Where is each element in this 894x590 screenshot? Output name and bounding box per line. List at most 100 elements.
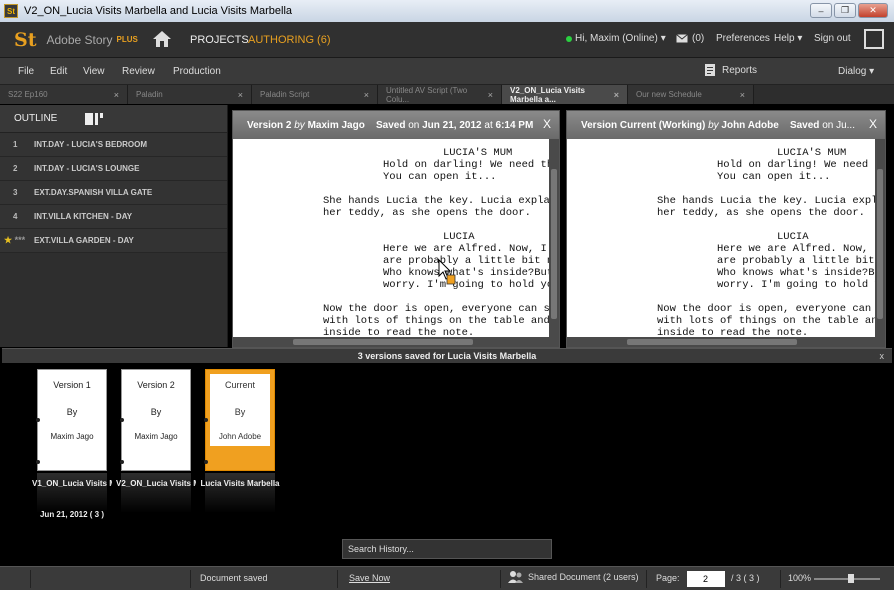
outline-view-toggle-icon[interactable] (85, 112, 104, 125)
status-divider (500, 570, 501, 588)
close-tab-icon[interactable]: × (740, 90, 745, 100)
compare-panel-header: Version Current (Working) by John Adobe … (567, 111, 885, 139)
tab-label: S22 Ep160 (8, 90, 48, 99)
tab-untitled-av-script[interactable]: Untitled AV Script (Two Colu... × (378, 85, 502, 104)
home-icon[interactable] (152, 29, 172, 49)
scroll-thumb[interactable] (877, 169, 883, 319)
mail-icon (676, 34, 688, 43)
action-line: Now the door is open, everyone can see (657, 303, 875, 315)
search-history-input[interactable] (342, 539, 552, 559)
menu-edit[interactable]: Edit (50, 66, 67, 77)
horizontal-scrollbar[interactable] (567, 337, 885, 347)
scene-name: INT.DAY - LUCIA'S LOUNGE (34, 164, 140, 173)
scene-number: *** (14, 235, 26, 245)
action-line: inside to read the note. (323, 327, 475, 337)
scene-name: EXT.VILLA GARDEN - DAY (34, 236, 134, 245)
versions-bar: 3 versions saved for Lucia Visits Marbel… (2, 348, 892, 363)
mail-count: (0) (692, 33, 705, 44)
vertical-scrollbar[interactable] (875, 139, 885, 337)
messages-button[interactable]: (0) (676, 33, 704, 44)
outline-scene[interactable]: 3 EXT.DAY.SPANISH VILLA GATE (0, 181, 227, 205)
dialogue-line: Here we are Alfred. Now, I k (717, 243, 875, 255)
chevron-down-icon: ▾ (869, 66, 875, 77)
window-title: V2_ON_Lucia Visits Marbella and Lucia Vi… (24, 5, 293, 17)
saved-date: Jun 21, 2012 (422, 119, 482, 131)
version-name: V1_ON_Lucia Visits Marbella (32, 479, 112, 488)
vertical-scrollbar[interactable] (549, 139, 559, 337)
scroll-thumb[interactable] (293, 339, 473, 345)
tab-v2-on-lucia[interactable]: V2_ON_Lucia Visits Marbella a... × (502, 85, 628, 104)
tab-paladin-script[interactable]: Paladin Script × (252, 85, 378, 104)
action-line: She hands Lucia the key. Lucia explain (323, 195, 549, 207)
action-line: She hands Lucia the key. Lucia explain (657, 195, 875, 207)
preferences-link[interactable]: Preferences (716, 33, 770, 44)
outline-scene[interactable]: ★ *** EXT.VILLA GARDEN - DAY (0, 229, 227, 253)
script-view[interactable]: LUCIA'S MUM Hold on darling! We need the… (233, 139, 549, 337)
version-by: By (66, 407, 78, 417)
dialogue-line: Hold on darling! We need the (383, 159, 549, 171)
close-compare-icon[interactable]: X (543, 117, 551, 131)
tab-paladin[interactable]: Paladin × (128, 85, 252, 104)
nav-authoring[interactable]: AUTHORING (6) (248, 34, 331, 46)
save-now-link[interactable]: Save Now (349, 573, 390, 583)
outline-panel: OUTLINE 1 INT.DAY - LUCIA'S BEDROOM 2 INT.… (0, 105, 228, 347)
version-card[interactable]: Version 2 By Maxim Jago (120, 369, 191, 513)
tab-our-new-schedule[interactable]: Our new Schedule × (628, 85, 754, 104)
page-number-input[interactable]: 2 (687, 571, 725, 587)
action-line: Now the door is open, everyone can see (323, 303, 549, 315)
fullscreen-icon[interactable] (864, 29, 884, 49)
close-versions-icon[interactable]: x (880, 349, 885, 363)
sign-out-link[interactable]: Sign out (814, 33, 851, 44)
scroll-thumb[interactable] (551, 169, 557, 319)
close-tab-icon[interactable]: × (614, 90, 619, 100)
scroll-thumb[interactable] (627, 339, 797, 345)
saved-label: Saved (375, 119, 406, 131)
horizontal-scrollbar[interactable] (233, 337, 559, 347)
dialogue-line: worry. I'm going to hold you (383, 279, 549, 291)
menu-review[interactable]: Review (122, 66, 155, 77)
tab-label: Paladin (136, 90, 163, 99)
version-card-current[interactable]: Current By John Adobe (204, 369, 275, 513)
version-card[interactable]: Version 1 By Maxim Jago (36, 369, 107, 513)
help-menu[interactable]: Help ▾ (774, 33, 802, 44)
outline-scene[interactable]: 2 INT.DAY - LUCIA'S LOUNGE (0, 157, 227, 181)
version-author: John Adobe (218, 432, 262, 441)
close-tab-icon[interactable]: × (238, 90, 243, 100)
outline-scene[interactable]: 1 INT.DAY - LUCIA'S BEDROOM (0, 133, 227, 157)
menu-file[interactable]: File (18, 66, 34, 77)
dialogue-line: Who knows what's inside?But (383, 267, 549, 279)
scene-name: EXT.DAY.SPANISH VILLA GATE (34, 188, 153, 197)
version-title: Version 1 (53, 380, 91, 390)
outline-title: OUTLINE (14, 113, 58, 124)
tab-label: Untitled AV Script (Two Colu... (386, 85, 468, 104)
outline-scene[interactable]: 4 INT.VILLA KITCHEN - DAY (0, 205, 227, 229)
menu-production[interactable]: Production (173, 66, 221, 77)
dialogue-line: Here we are Alfred. Now, I k (383, 243, 549, 255)
maximize-icon[interactable]: ❐ (834, 3, 856, 18)
saved-on-label: on Ju... (822, 119, 855, 131)
help-label: Help (774, 33, 795, 44)
nav-projects[interactable]: PROJECTS (190, 34, 249, 46)
minimize-icon[interactable]: – (810, 3, 832, 18)
version-card-body: Version 2 By Maxim Jago (126, 374, 186, 446)
dialog-menu[interactable]: Dialog ▾ (838, 66, 874, 77)
online-status-icon (566, 35, 572, 42)
zoom-slider-handle[interactable] (848, 574, 854, 583)
zoom-slider[interactable] (814, 574, 880, 583)
close-tab-icon[interactable]: × (364, 90, 369, 100)
close-compare-icon[interactable]: X (869, 117, 877, 131)
close-window-icon[interactable]: ✕ (858, 3, 888, 18)
close-tab-icon[interactable]: × (114, 90, 119, 100)
menu-view[interactable]: View (83, 66, 105, 77)
brand-plus: PLUS (116, 35, 138, 44)
document-saved-status: Document saved (200, 573, 268, 583)
script-view[interactable]: LUCIA'S MUM Hold on darling! We need the… (567, 139, 875, 337)
scene-number: 2 (13, 164, 18, 173)
shared-document-indicator[interactable]: Shared Document (2 users) (508, 570, 639, 584)
reports-button[interactable]: Reports (704, 63, 757, 77)
user-menu[interactable]: Hi, Maxim (Online) ▾ (566, 33, 666, 44)
close-tab-icon[interactable]: × (488, 90, 493, 100)
tab-label: Our new Schedule (636, 90, 702, 99)
menu-bar: File Edit View Review Production Reports… (0, 58, 894, 85)
tab-s22-ep160[interactable]: S22 Ep160 × (0, 85, 128, 104)
